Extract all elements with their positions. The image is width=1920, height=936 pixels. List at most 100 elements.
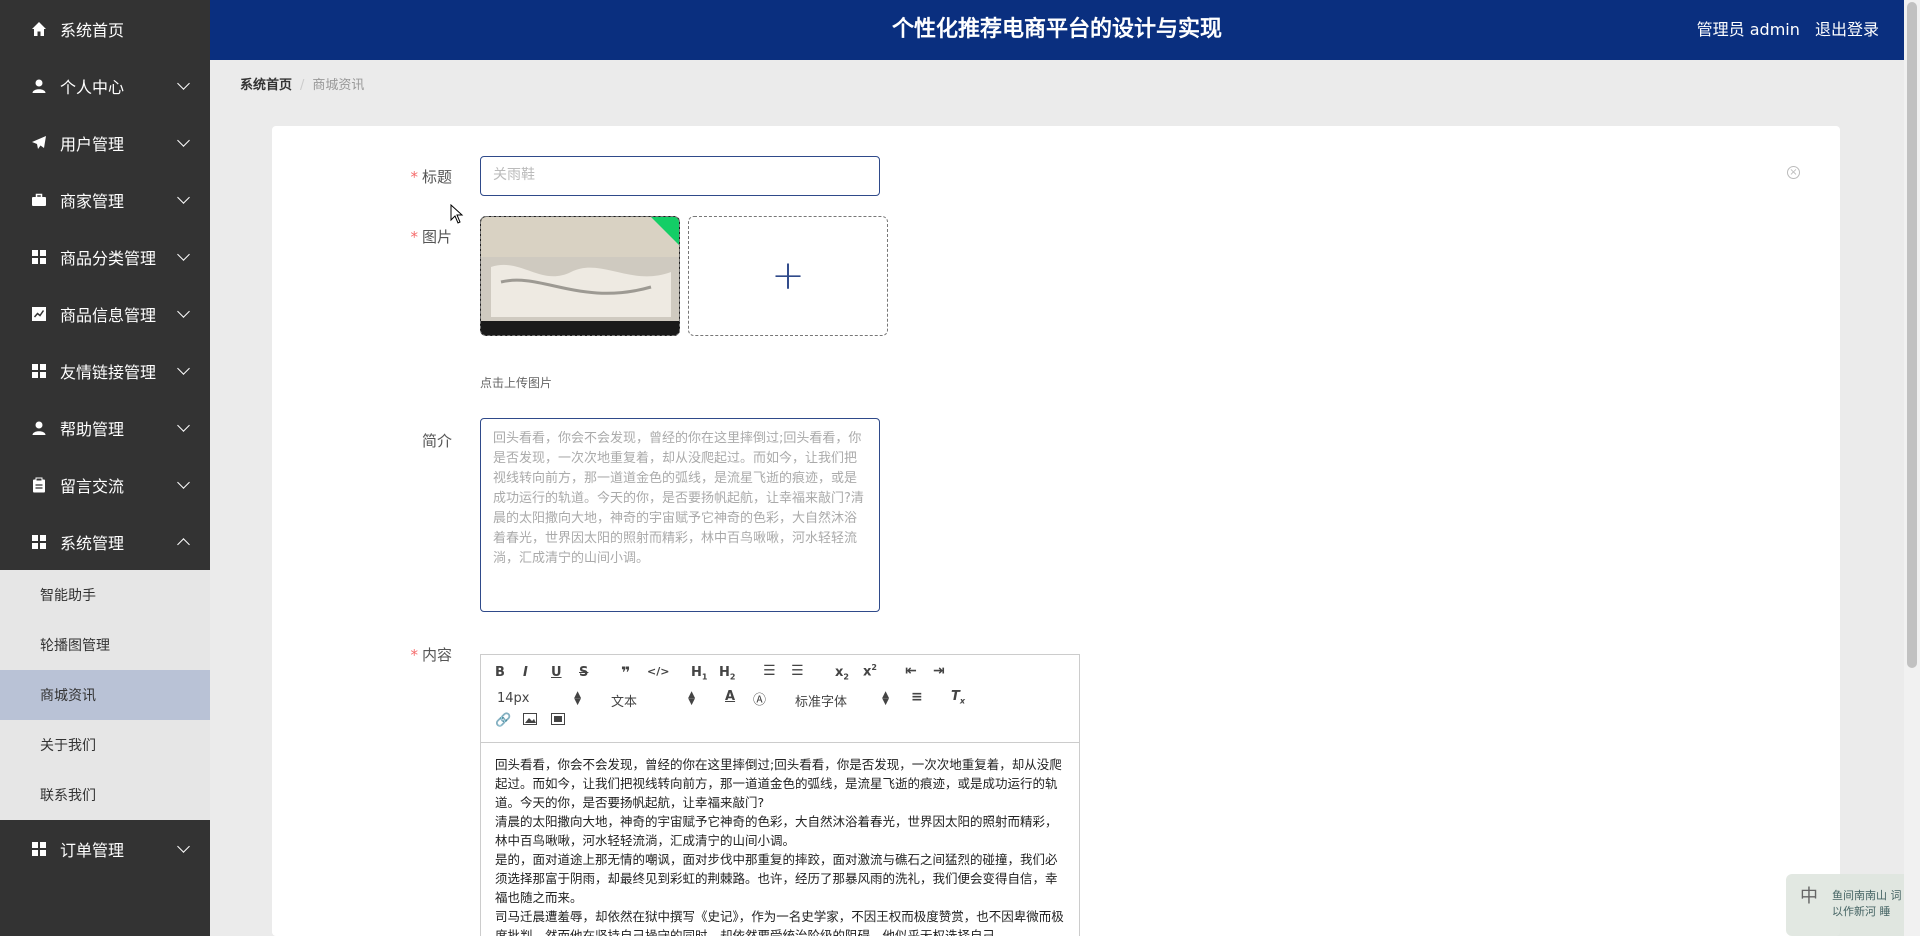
title-input[interactable]: 关雨鞋 [480, 156, 880, 196]
grid-icon [30, 248, 48, 266]
grid-icon [30, 533, 48, 551]
ordered-list-icon[interactable]: ☰ [763, 663, 776, 679]
strike-icon[interactable]: S [579, 665, 588, 680]
content-paragraph: 司马迁晨遭羞辱，却依然在狱中撰写《史记》，作为一名史学家，不因王权而极度赞赏，也… [495, 909, 1064, 936]
sidebar-item-label: 用户管理 [60, 134, 125, 154]
italic-icon[interactable]: I [523, 665, 528, 680]
briefcase-icon [30, 191, 48, 209]
outdent-icon[interactable]: ⇤ [905, 663, 917, 679]
sidebar-item-label: 个人中心 [60, 77, 125, 97]
indent-icon[interactable]: ⇥ [933, 663, 945, 679]
chevron-down-icon [177, 248, 190, 261]
breadcrumb-current: 商城资讯 [312, 78, 365, 93]
font-family-select[interactable]: 标准字体 ▲ ▼ [795, 691, 889, 711]
link-icon[interactable]: 🔗 [495, 713, 511, 728]
sidebar-item-merchant-management[interactable]: 商家管理 [0, 171, 210, 228]
sidebar-item-product-management[interactable]: 商品信息管理 [0, 285, 210, 342]
app-title: 个性化推荐电商平台的设计与实现 [891, 17, 1222, 42]
submenu-item-carousel[interactable]: 轮播图管理 [0, 620, 210, 670]
font-size-select[interactable]: 14px ▲ ▼ [497, 691, 581, 707]
clipboard-icon [30, 476, 48, 494]
text-color-icon[interactable]: A [725, 689, 735, 704]
chevron-down-icon [177, 305, 190, 318]
submenu-item-news[interactable]: 商城资讯 [0, 670, 210, 720]
uploaded-image-thumbnail[interactable] [480, 216, 680, 336]
sidebar-item-label: 订单管理 [60, 840, 125, 860]
ime-widget[interactable]: 中 鱼间南南山 词以作新河 睡 [1786, 874, 1920, 936]
sidebar-item-links-management[interactable]: 友情链接管理 [0, 342, 210, 399]
sidebar-item-category-management[interactable]: 商品分类管理 [0, 228, 210, 285]
user-icon [30, 419, 48, 437]
sidebar-item-messages[interactable]: 留言交流 [0, 456, 210, 513]
quote-icon[interactable]: ❞ [621, 663, 630, 682]
breadcrumb-home[interactable]: 系统首页 [240, 78, 292, 93]
title-label: * 标题 [410, 168, 452, 186]
upload-button[interactable]: + [688, 216, 888, 336]
submenu-item-about[interactable]: 关于我们 [0, 720, 210, 770]
sidebar-item-label: 商品分类管理 [60, 248, 157, 268]
sidebar-item-label: 系统管理 [60, 533, 125, 553]
image-icon[interactable] [523, 713, 537, 729]
ime-lang: 中 [1800, 886, 1818, 907]
user-label: 管理员 admin [1696, 20, 1800, 39]
chevron-down-icon [177, 77, 190, 90]
logout-button[interactable]: 退出登录 [1815, 20, 1879, 39]
bullet-list-icon[interactable]: ☰ [791, 663, 804, 679]
block-type-select[interactable]: 文本 ▲ ▼ [611, 691, 695, 711]
submenu-item-assistant[interactable]: 智能助手 [0, 570, 210, 620]
breadcrumb: 系统首页 / 商城资讯 [240, 74, 364, 93]
sidebar-item-label: 系统首页 [60, 20, 125, 40]
sidebar-item-user-management[interactable]: 用户管理 [0, 114, 210, 171]
sidebar-item-label: 友情链接管理 [60, 362, 157, 382]
bold-icon[interactable]: B [495, 665, 505, 680]
page-scrollbar[interactable] [1904, 0, 1920, 936]
align-icon[interactable]: ≡ [911, 689, 923, 705]
clear-format-icon[interactable]: Tx [951, 689, 965, 706]
sidebar-item-home[interactable]: 系统首页 [0, 0, 210, 57]
chevron-down-icon [177, 840, 190, 853]
content-paragraph: 是的，面对道途上那无情的嘲讽，面对步伐中那重复的摔跤，面对激流与礁石之间猛烈的碰… [495, 852, 1058, 905]
code-icon[interactable]: </> [647, 665, 669, 678]
top-header: 个性化推荐电商平台的设计与实现 管理员 admin 退出登录 [210, 0, 1904, 60]
editor-content[interactable]: 回头看看，你会不会发现，曾经的你在这里摔倒过;回头看看，你是否发现，一次次地重复… [481, 743, 1079, 936]
sidebar-item-personal-center[interactable]: 个人中心 [0, 57, 210, 114]
sidebar-item-label: 商品信息管理 [60, 305, 157, 325]
subscript-icon[interactable]: x2 [835, 665, 849, 682]
mouse-cursor-icon [450, 204, 464, 224]
submenu-item-contact[interactable]: 联系我们 [0, 770, 210, 820]
superscript-icon[interactable]: x2 [863, 663, 877, 679]
sidebar-item-label: 留言交流 [60, 476, 125, 496]
chart-icon [30, 305, 48, 323]
grid-icon [30, 840, 48, 858]
sidebar-item-label: 商家管理 [60, 191, 125, 211]
chevron-down-icon [177, 419, 190, 432]
close-icon[interactable]: × [1787, 166, 1800, 179]
content-paragraph: 清晨的太阳撒向大地，神奇的宇宙赋予它神奇的色彩，大自然沐浴着春光，世界因太阳的照… [495, 814, 1058, 848]
rich-text-editor: B I U S ❞ </> H1 H2 ☰ ☰ x2 x2 ⇤ ⇥ 14px ▲ ▼… [480, 654, 1080, 936]
chevron-down-icon [177, 134, 190, 147]
underline-icon[interactable]: U [551, 665, 562, 680]
content-label: * 内容 [410, 646, 452, 664]
chevron-down-icon [177, 476, 190, 489]
scrollbar-thumb[interactable] [1907, 2, 1917, 668]
sidebar-item-label: 帮助管理 [60, 419, 125, 439]
paper-plane-icon [30, 134, 48, 152]
h2-icon[interactable]: H2 [719, 665, 735, 682]
grid-icon [30, 362, 48, 380]
form-card: × * 标题 关雨鞋 * 图片 + 点击上传图片 简介 回头看看，你会不会发现，曾经… [272, 126, 1840, 936]
image-label: * 图片 [410, 228, 452, 246]
sidebar-item-help-management[interactable]: 帮助管理 [0, 399, 210, 456]
success-badge [651, 217, 679, 245]
sidebar-item-order-management[interactable]: 订单管理 [0, 820, 210, 877]
ime-text: 鱼间南南山 词以作新河 睡 [1832, 889, 1902, 918]
editor-toolbar: B I U S ❞ </> H1 H2 ☰ ☰ x2 x2 ⇤ ⇥ 14px ▲ ▼… [481, 655, 1079, 743]
chevron-down-icon [177, 362, 190, 375]
video-icon[interactable] [551, 713, 565, 729]
chevron-down-icon [177, 191, 190, 204]
sidebar-item-system-management[interactable]: 系统管理 [0, 513, 210, 570]
background-color-icon[interactable]: Ⓐ [753, 689, 766, 708]
h1-icon[interactable]: H1 [691, 665, 707, 682]
intro-textarea[interactable]: 回头看看，你会不会发现，曾经的你在这里摔倒过;回头看看，你是否发现，一次次地重复… [480, 418, 880, 612]
user-area: 管理员 admin 退出登录 [1687, 0, 1879, 60]
upload-tip: 点击上传图片 [480, 376, 553, 390]
